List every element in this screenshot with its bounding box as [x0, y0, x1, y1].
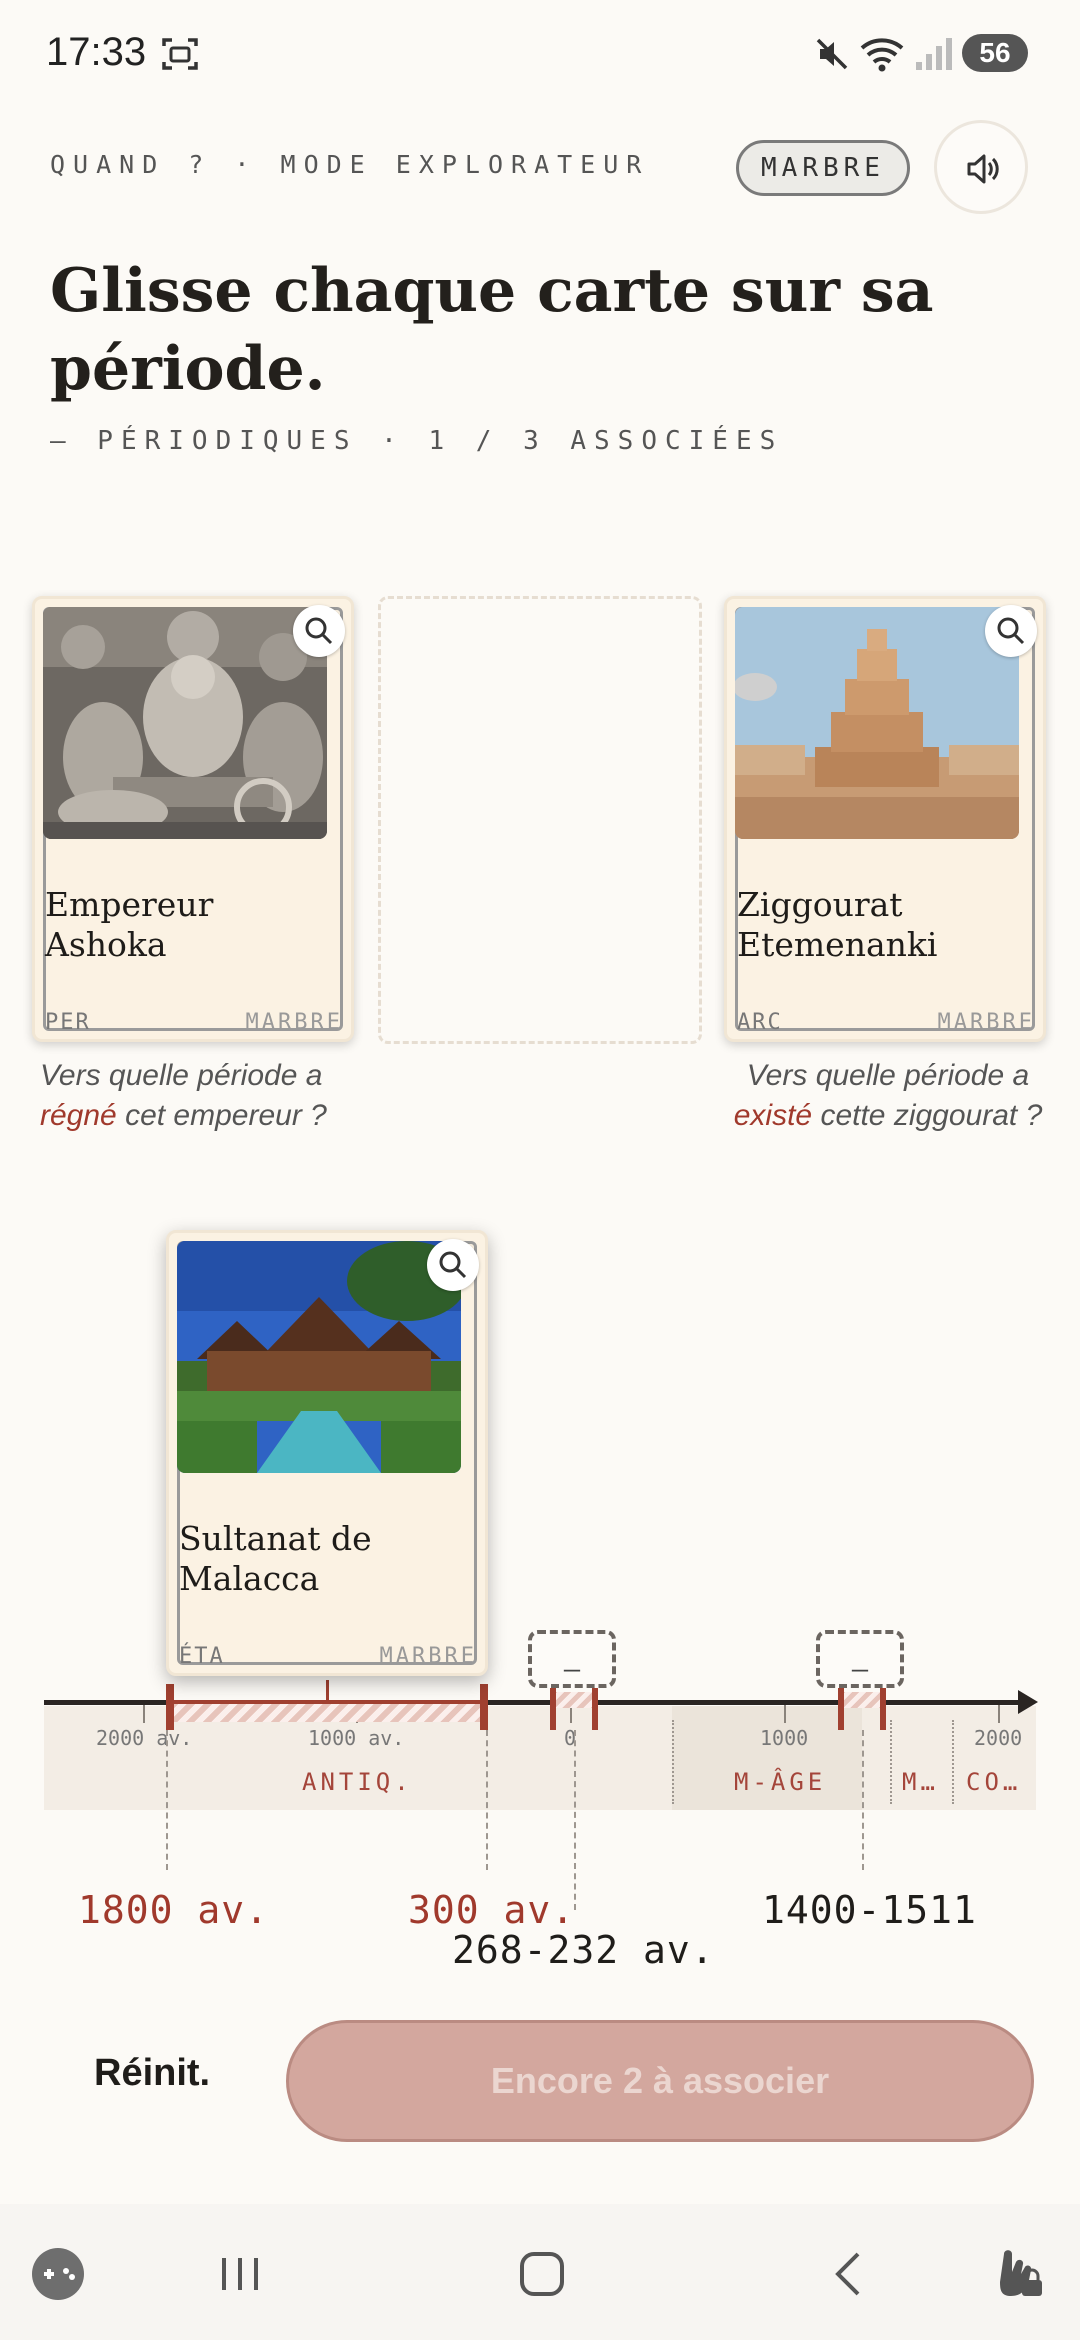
battery-level: 56 [962, 34, 1028, 72]
leader-line [574, 1730, 576, 1910]
wifi-icon [860, 38, 904, 72]
era-label: ANTIQ. [302, 1768, 413, 1796]
status-time: 17:33 [46, 30, 147, 74]
touch-lock-icon[interactable] [990, 2240, 1050, 2304]
tick-mark [998, 1705, 1000, 1723]
timeline-arrow [1018, 1690, 1038, 1714]
drop-flag[interactable]: _ [528, 1630, 616, 1688]
submit-button[interactable]: Encore 2 à associer [286, 2020, 1034, 2142]
ghost-range [550, 1692, 598, 1708]
card-tag: MARBRE [379, 1644, 477, 1669]
date-start: 1800 av. [78, 1888, 270, 1932]
card-category: ARC [737, 1010, 783, 1035]
era-label: CO… [966, 1768, 1022, 1796]
card-ashoka[interactable]: Empereur Ashoka PER MARBRE [32, 596, 354, 1042]
mode-eyebrow: QUAND ? · MODE EXPLORATEUR [50, 150, 650, 179]
date-malacca: 1400-1511 [762, 1888, 977, 1932]
range-handle-start[interactable] [166, 1684, 174, 1730]
status-bar: 17:33 56 [0, 0, 1080, 104]
sound-button[interactable] [934, 120, 1028, 214]
page-title: Glisse chaque carte sur sa période. [50, 256, 934, 404]
magnifier-icon [305, 617, 333, 645]
leader-line [486, 1730, 488, 1870]
era-divider [672, 1720, 674, 1804]
screenshot-icon [162, 38, 198, 70]
ghost-handle[interactable] [838, 1684, 844, 1730]
leader-line [166, 1730, 168, 1870]
card-tag: MARBRE [937, 1010, 1035, 1035]
card-question: Vers quelle période a régné cet empereur… [40, 1059, 327, 1132]
card-image [177, 1241, 461, 1473]
home-icon[interactable] [516, 2248, 568, 2300]
tick-mark [784, 1705, 786, 1723]
tick-label: 1000 [760, 1726, 809, 1750]
era-label: M-ÂGE [734, 1768, 827, 1796]
placed-range [170, 1700, 484, 1722]
ghost-handle[interactable] [550, 1684, 556, 1730]
card-title: Sultanat de Malacca [179, 1519, 372, 1598]
range-midmark [326, 1680, 329, 1702]
empty-card-slot[interactable] [378, 596, 702, 1044]
card-image [735, 607, 1019, 839]
magnifier-icon [439, 1251, 467, 1279]
card-category: PER [45, 1010, 91, 1035]
card-malacca[interactable]: Sultanat de Malacca ÉTA MARBRE [166, 1230, 488, 1676]
card-image [43, 607, 327, 839]
speaker-icon [967, 154, 999, 184]
tick-label: 2000 av. [96, 1726, 193, 1750]
card-ziggourat[interactable]: Ziggourat Etemenanki ARC MARBRE [724, 596, 1046, 1042]
zoom-button[interactable] [293, 605, 345, 657]
card-title: Ziggourat Etemenanki [737, 885, 938, 964]
tick-mark [143, 1705, 145, 1723]
game-launcher-icon[interactable] [30, 2246, 86, 2302]
date-ashoka: 268-232 av. [452, 1928, 715, 1972]
card-title: Empereur Ashoka [45, 885, 214, 964]
mute-icon [816, 38, 848, 70]
range-handle-end[interactable] [480, 1684, 488, 1730]
ghost-handle[interactable] [880, 1684, 886, 1730]
reset-button[interactable]: Réinit. [94, 2052, 210, 2095]
era-label: M… [902, 1768, 939, 1796]
mode-chip[interactable]: MARBRE [736, 140, 910, 196]
card-tag: MARBRE [245, 1010, 343, 1035]
era-divider [952, 1720, 954, 1804]
zoom-button[interactable] [427, 1239, 479, 1291]
drop-flag[interactable]: _ [816, 1630, 904, 1688]
card-category: ÉTA [179, 1644, 225, 1669]
zoom-button[interactable] [985, 605, 1037, 657]
date-end: 300 av. [408, 1888, 576, 1932]
recent-apps-icon[interactable] [216, 2250, 264, 2298]
tick-label: 2000 [974, 1726, 1023, 1750]
ghost-handle[interactable] [592, 1684, 598, 1730]
tick-label: 1000 av. [308, 1726, 405, 1750]
ghost-range [838, 1692, 886, 1708]
magnifier-icon [997, 617, 1025, 645]
leader-line [862, 1730, 864, 1870]
back-icon[interactable] [824, 2248, 872, 2300]
era-divider [890, 1720, 892, 1804]
card-question: Vers quelle période a existé cette ziggo… [733, 1059, 1043, 1132]
signal-icon [916, 38, 952, 70]
progress-subtitle: — PÉRIODIQUES · 1 / 3 ASSOCIÉES [50, 426, 784, 456]
system-nav-bar [0, 2204, 1080, 2340]
